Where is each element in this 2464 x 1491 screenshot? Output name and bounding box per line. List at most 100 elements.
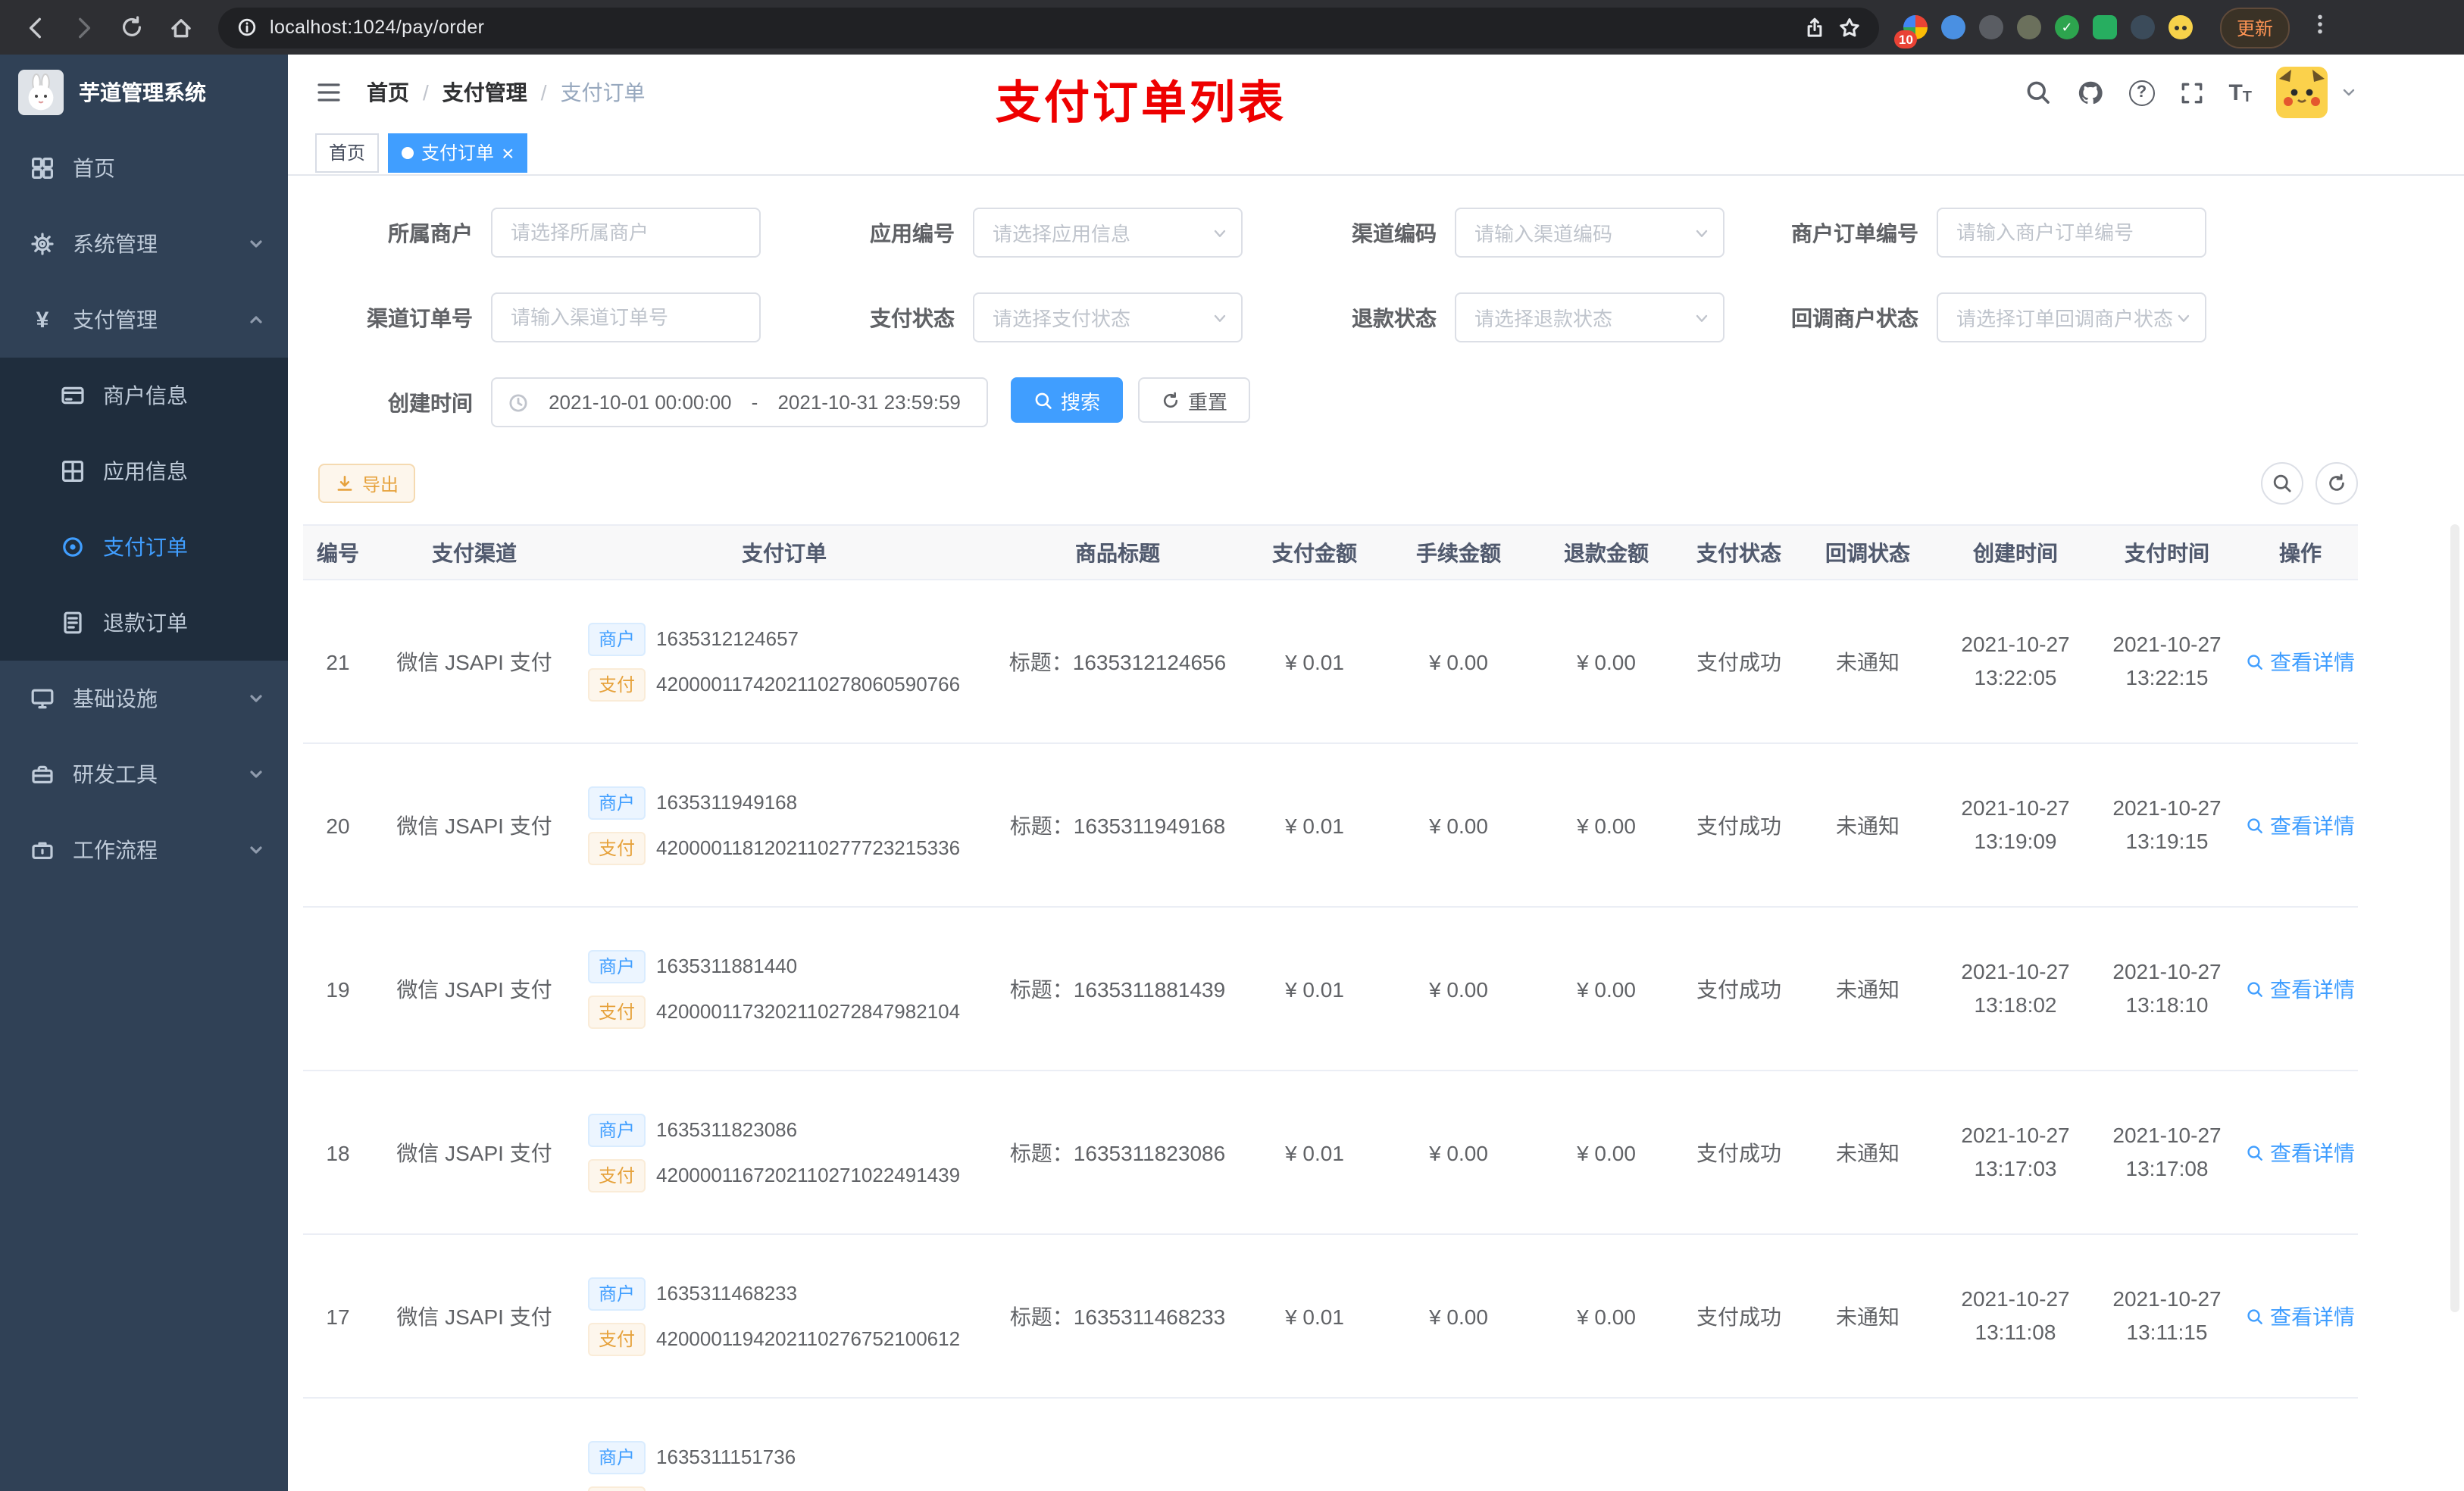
reset-button[interactable]: 重置 [1138, 377, 1251, 423]
create-time-range-picker[interactable]: 2021-10-01 00:00:00 - 2021-10-31 23:59:5… [491, 377, 988, 427]
table-header-row: 编号 支付渠道 支付订单 商品标题 支付金额 手续金额 退款金额 支付状态 回调… [303, 524, 2358, 580]
tab-home[interactable]: 首页 [315, 133, 380, 172]
header-search-button[interactable] [2024, 79, 2051, 106]
extension-icon[interactable]: 10 [1894, 15, 1928, 48]
table-row: 19 微信 JSAPI 支付 商户 1635311881440 支付 42000… [303, 907, 2358, 1071]
sidebar-toggle-button[interactable] [315, 79, 342, 106]
github-link[interactable] [2075, 78, 2104, 107]
view-detail-link[interactable]: 查看详情 [2246, 974, 2355, 1004]
breadcrumb-pay-manage[interactable]: 支付管理 [442, 77, 527, 108]
sidebar-item-home[interactable]: 首页 [0, 130, 288, 206]
search-icon [2247, 981, 2262, 996]
refresh-table-button[interactable] [2315, 462, 2358, 505]
channel-order-no-input[interactable] [491, 292, 761, 342]
channel-code-select[interactable]: 请输入渠道编码 [1455, 208, 1724, 258]
browser-forward-button[interactable] [64, 8, 103, 47]
pay-status-select[interactable]: 请选择支付状态 [973, 292, 1243, 342]
product-title: 标题：1635311823086 [1009, 1140, 1226, 1164]
bookmark-star-icon[interactable] [1838, 16, 1861, 39]
notify-status-select[interactable]: 请选择订单回调商户状态 [1937, 292, 2206, 342]
fullscreen-button[interactable] [2178, 80, 2204, 105]
sidebar-item-system[interactable]: 系统管理 [0, 206, 288, 282]
extension-icon[interactable] [1979, 15, 2003, 39]
tab-close-icon[interactable]: × [502, 142, 514, 163]
sidebar-item-refund-order[interactable]: 退款订单 [0, 585, 288, 661]
toggle-search-button[interactable] [2261, 462, 2303, 505]
browser-home-button[interactable] [161, 8, 200, 47]
site-info-icon[interactable] [236, 17, 258, 38]
pay-status: 支付成功 [1696, 813, 1781, 837]
share-icon[interactable] [1803, 16, 1826, 39]
fullscreen-icon [2181, 82, 2202, 103]
channel-pay-no: 4200001194202110276752100612 [656, 1327, 961, 1350]
sidebar-item-app-info[interactable]: 应用信息 [0, 433, 288, 509]
extension-icon[interactable]: ✓ [2055, 15, 2079, 39]
pay-status: 支付成功 [1696, 649, 1781, 674]
pay-time: 2021-10-27 13:17:08 [2091, 1071, 2243, 1235]
refund-status-select[interactable]: 请选择退款状态 [1455, 292, 1724, 342]
browser-back-button[interactable] [15, 8, 55, 47]
browser-reload-button[interactable] [112, 8, 152, 47]
sidebar-item-infrastructure[interactable]: 基础设施 [0, 661, 288, 736]
pay-tag: 支付 [588, 667, 646, 701]
tab-pay-order[interactable]: 支付订单 × [388, 133, 528, 172]
view-detail-link[interactable]: 查看详情 [2246, 646, 2355, 677]
pay-channel: 微信 JSAPI 支付 [396, 813, 552, 837]
create-time [1940, 1398, 2091, 1491]
github-icon [2078, 80, 2103, 104]
extension-icon[interactable] [2017, 15, 2041, 39]
scrollbar[interactable] [2450, 524, 2459, 1312]
view-detail-link[interactable]: 查看详情 [2246, 1137, 2355, 1167]
sidebar-item-label: 研发工具 [73, 762, 158, 786]
logo-rabbit-icon [18, 70, 64, 115]
browser-chrome: localhost:1024/pay/order 10 ✓ 更新 [0, 0, 2464, 55]
tags-view-bar: 首页 支付订单 × [288, 130, 2464, 176]
create-time: 2021-10-27 13:11:08 [1940, 1234, 2091, 1399]
extension-icon[interactable] [2093, 15, 2117, 39]
refund-amount: ¥ 0.00 [1577, 649, 1636, 674]
view-detail-link[interactable]: 查看详情 [2246, 810, 2355, 840]
refund-amount: ¥ 0.00 [1577, 1140, 1636, 1164]
browser-menu-button[interactable] [2308, 11, 2332, 43]
filter-label: 创建时间 [388, 390, 473, 414]
merchant-tag: 商户 [588, 1113, 646, 1146]
app-no-select[interactable]: 请选择应用信息 [973, 208, 1243, 258]
sidebar-item-workflow[interactable]: 工作流程 [0, 812, 288, 888]
sidebar-item-pay-order[interactable]: 支付订单 [0, 509, 288, 585]
breadcrumb-home[interactable]: 首页 [367, 77, 409, 108]
merchant-order-no-input[interactable] [1937, 208, 2206, 258]
product-title: 标题：1635311468233 [1009, 1304, 1226, 1328]
col-channel: 支付渠道 [373, 524, 576, 580]
pay-amount: ¥ 0.01 [1285, 649, 1344, 674]
filter-channel-order-no: 渠道订单号 [309, 292, 791, 342]
user-avatar[interactable] [2276, 67, 2328, 118]
pay-status: 支付成功 [1696, 1140, 1781, 1164]
pay-status: 支付成功 [1696, 1304, 1781, 1328]
url-bar[interactable]: localhost:1024/pay/order [218, 7, 1879, 48]
browser-update-button[interactable]: 更新 [2220, 7, 2290, 48]
app-logo[interactable]: 芋道管理系统 [0, 55, 288, 130]
extension-icon[interactable] [2131, 15, 2155, 39]
font-size-button[interactable]: TT [2228, 80, 2252, 105]
sidebar-item-payment[interactable]: ¥ 支付管理 [0, 282, 288, 358]
sidebar-item-merchant-info[interactable]: 商户信息 [0, 358, 288, 433]
merchant-select-input[interactable] [491, 208, 761, 258]
profile-avatar-icon[interactable] [2169, 15, 2193, 39]
user-menu-caret[interactable] [2340, 83, 2358, 102]
pay-amount: ¥ 0.01 [1285, 813, 1344, 837]
sidebar-item-dev-tools[interactable]: 研发工具 [0, 736, 288, 812]
view-detail-link[interactable]: 查看详情 [2246, 1301, 2355, 1331]
filter-app-no: 应用编号 请选择应用信息 [791, 208, 1273, 258]
export-button[interactable]: 导出 [318, 464, 416, 503]
filter-channel-code: 渠道编码 请输入渠道编码 [1273, 208, 1755, 258]
table-toolbar: 导出 [303, 462, 2358, 505]
merchant-tag: 商户 [588, 1277, 646, 1310]
filter-notify-status: 回调商户状态 请选择订单回调商户状态 [1755, 292, 2237, 342]
extension-icon[interactable] [1941, 15, 1965, 39]
filter-refund-status: 退款状态 请选择退款状态 [1273, 292, 1755, 342]
help-button[interactable]: ? [2128, 80, 2155, 105]
filter-label: 所属商户 [388, 220, 473, 245]
search-button[interactable]: 搜索 [1011, 377, 1124, 423]
chevron-down-icon [1214, 314, 1226, 321]
pay-tag: 支付 [588, 831, 646, 864]
